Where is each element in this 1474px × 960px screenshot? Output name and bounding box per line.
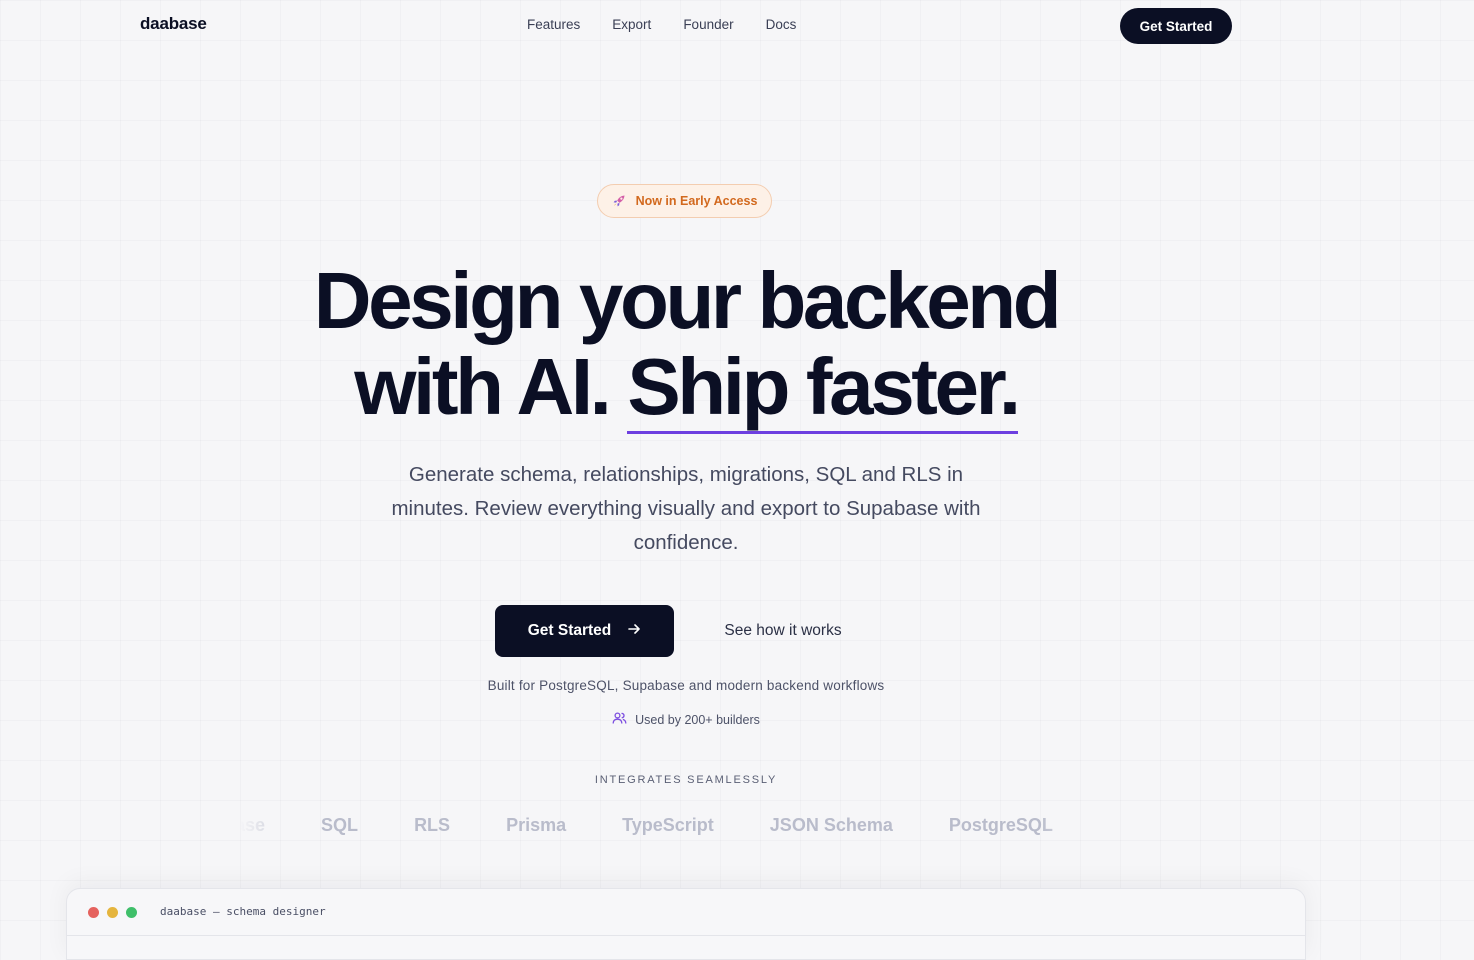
get-started-button[interactable]: Get Started	[495, 605, 674, 657]
built-for-text: Built for PostgreSQL, Supabase and moder…	[487, 678, 885, 693]
see-how-it-works-button[interactable]: See how it works	[700, 605, 866, 657]
logo-rls: RLS	[414, 815, 451, 835]
schema-designer-preview: daabase — schema designer	[66, 888, 1306, 960]
rocket-icon	[612, 194, 626, 208]
logo-supabase: Supabase	[240, 815, 266, 835]
integrations-heading: INTEGRATES SEAMLESSLY	[594, 774, 778, 786]
brand-logo[interactable]: daabase	[140, 14, 207, 34]
maximize-dot[interactable]	[126, 907, 137, 918]
integrations-marquee: Supabase SQL RLS Prisma TypeScript JSON …	[240, 810, 1100, 844]
badge-label: Now in Early Access	[635, 194, 758, 208]
logo-sql: SQL	[321, 815, 359, 835]
headline-line-1: Design your backend	[313, 256, 1062, 345]
nav-link-docs[interactable]: Docs	[766, 17, 797, 32]
early-access-badge: Now in Early Access	[597, 184, 772, 218]
logo-json-schema: JSON Schema	[769, 815, 893, 835]
nav-link-founder[interactable]: Founder	[683, 17, 733, 32]
nav-links: Features Export Founder Docs	[527, 17, 796, 32]
nav-get-started-button[interactable]: Get Started	[1120, 8, 1232, 44]
logo-prisma: Prisma	[506, 815, 567, 835]
hero-headline: Design your backend with AI. Ship faster…	[0, 256, 1372, 434]
window-title: daabase — schema designer	[160, 905, 326, 918]
headline-highlight: Ship faster.	[627, 342, 1021, 434]
nav-link-export[interactable]: Export	[612, 17, 651, 32]
headline-line-2: with AI.	[354, 342, 612, 431]
used-by-row: Used by 200+ builders	[0, 711, 1372, 728]
get-started-label: Get Started	[527, 622, 612, 639]
minimize-dot[interactable]	[107, 907, 118, 918]
used-by-label: Used by 200+ builders	[635, 712, 760, 727]
logo-typescript: TypeScript	[622, 815, 714, 835]
close-dot[interactable]	[88, 907, 99, 918]
users-icon	[612, 711, 627, 728]
window-controls	[88, 907, 137, 918]
logo-postgresql: PostgreSQL	[948, 815, 1053, 835]
hero-subtitle: Generate schema, relationships, migratio…	[391, 463, 981, 554]
nav-link-features[interactable]: Features	[527, 17, 580, 32]
top-nav: daabase Features Export Founder Docs Get…	[0, 0, 1474, 50]
integrations-logos: Supabase SQL RLS Prisma TypeScript JSON …	[240, 815, 1053, 836]
arrow-right-icon	[627, 622, 641, 641]
